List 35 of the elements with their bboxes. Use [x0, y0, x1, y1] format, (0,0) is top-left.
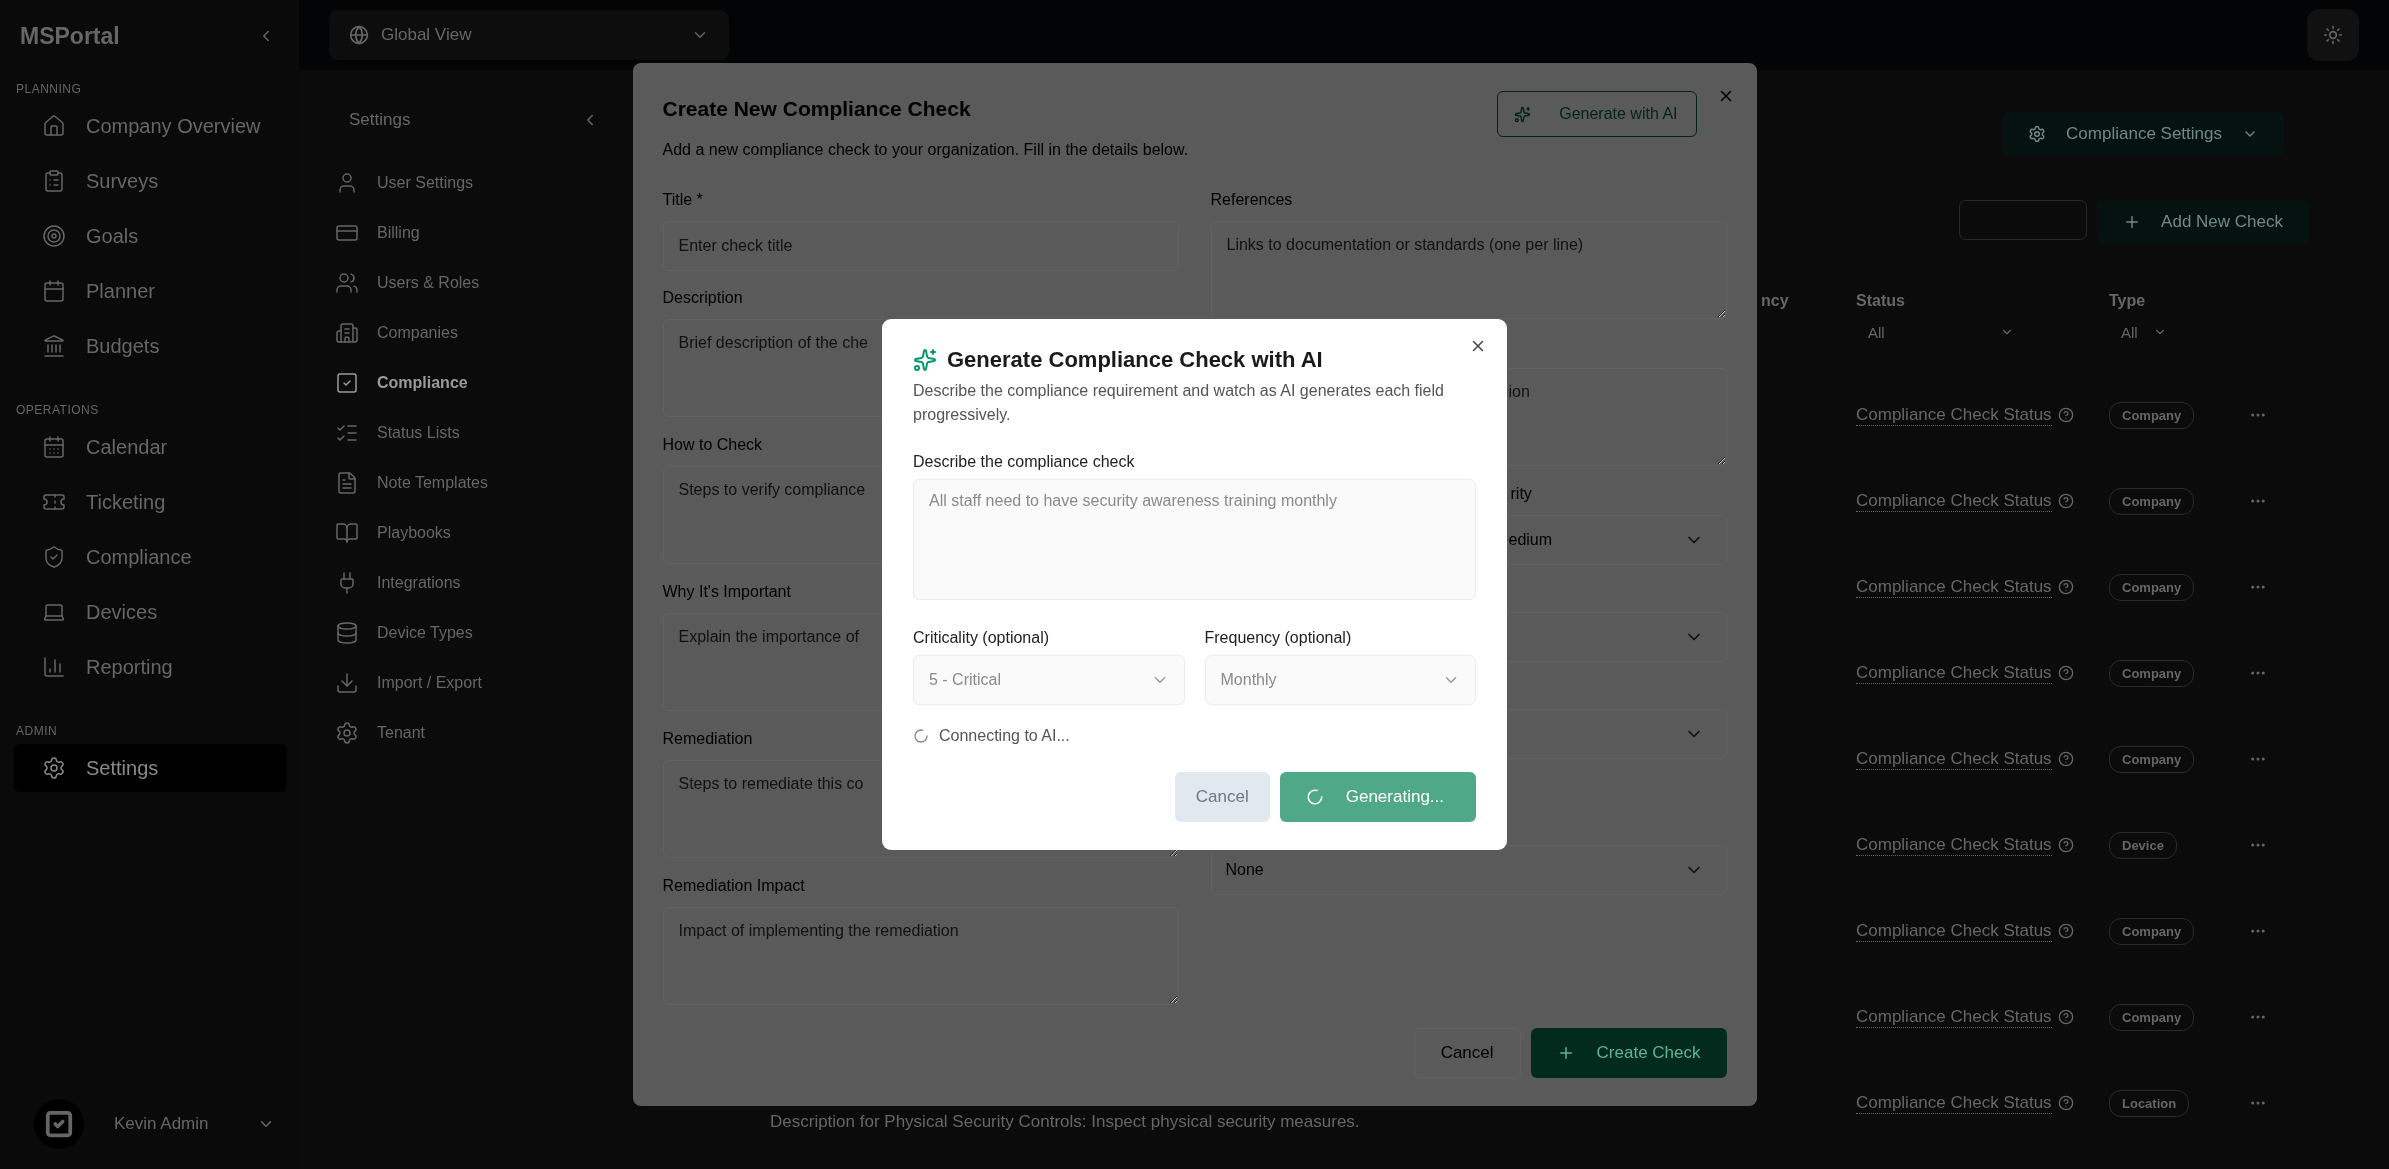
column-header: Status	[1856, 292, 1906, 310]
section-title: ADMIN	[16, 724, 59, 738]
dialog-description: Describe the compliance requirement and watch as AI generates each field progressively.	[913, 381, 1445, 425]
type-tag: Device	[2109, 831, 2177, 859]
type-tag: Company	[2109, 745, 2195, 773]
field-label: Remediation	[662, 730, 753, 749]
field-label: Frequency (optional)	[1204, 629, 1353, 647]
status-text: Connecting to AI...	[939, 727, 1070, 745]
type-tag: Company	[2109, 1003, 2195, 1031]
column-header: Type	[2109, 292, 2147, 310]
brand-name: MSPortal	[20, 22, 120, 50]
field-label: Remediation Impact	[662, 877, 805, 896]
field-label: rity	[1510, 485, 1532, 504]
field-label: Title *	[662, 191, 703, 210]
dialog-subtitle: Add a new compliance check to your organization. Fill in the details below.	[662, 141, 1190, 159]
type-tag: Company	[2109, 487, 2195, 515]
row-description: Description for Physical Security Controls: Inspect physical security measures.	[770, 1112, 1360, 1132]
field-label: Why It's Important	[662, 583, 791, 602]
field-label: References	[1210, 191, 1293, 210]
user-name: Kevin Admin	[114, 1114, 210, 1134]
field-label: How to Check	[662, 436, 763, 455]
field-label: Describe the compliance check	[913, 453, 1136, 471]
type-tag: Company	[2109, 401, 2195, 429]
section-title: OPERATIONS	[16, 403, 100, 417]
section-title: PLANNING	[16, 82, 83, 96]
field-label: Criticality (optional)	[913, 629, 1051, 647]
dialog-title: Create New Compliance Check	[662, 97, 971, 121]
type-tag: Location	[2109, 1089, 2190, 1117]
settings-title: Settings	[349, 110, 411, 130]
column-header: ncy	[1761, 292, 1790, 310]
type-tag: Company	[2109, 659, 2195, 687]
dialog-title: Generate Compliance Check with AI	[947, 347, 1323, 373]
type-tag: Company	[2109, 917, 2195, 945]
field-label: Description	[662, 289, 743, 308]
type-tag: Company	[2109, 573, 2195, 601]
